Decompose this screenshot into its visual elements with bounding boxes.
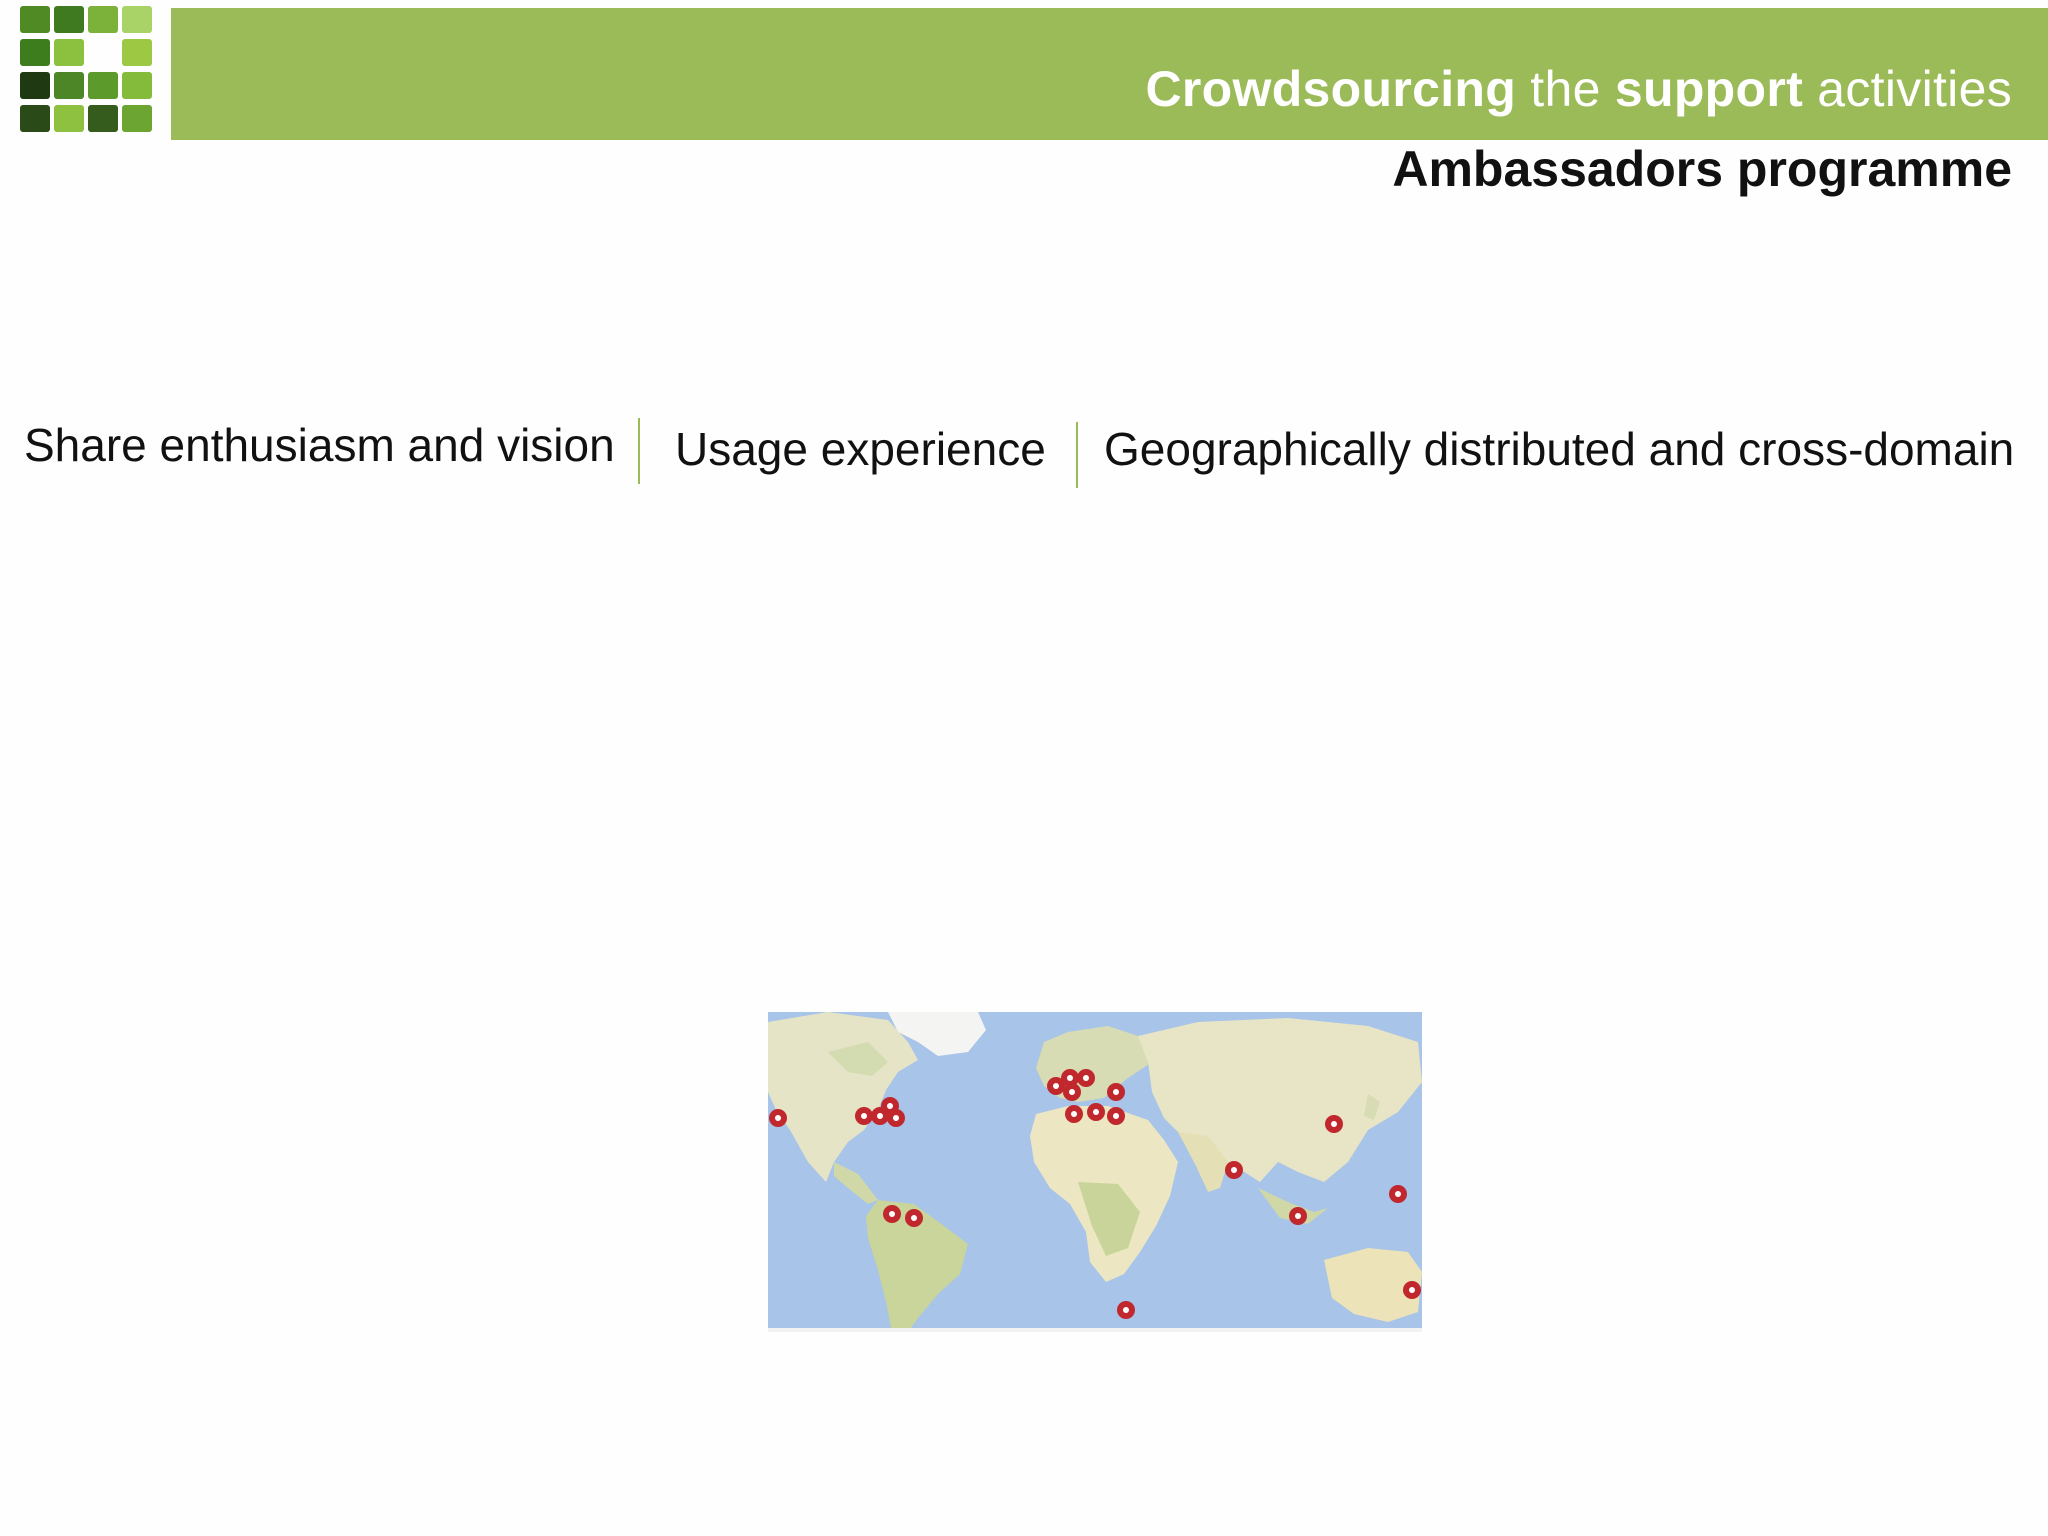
pillars-row: Share enthusiasm and vision Usage experi… [24, 418, 2044, 490]
pillar-geographically-distributed: Geographically distributed and cross-dom… [1104, 423, 2015, 475]
logo-tile [122, 39, 152, 66]
slide-subtitle: Ambassadors programme [1392, 141, 2012, 197]
slide-title: Crowdsourcing the support activities [1146, 60, 2012, 118]
logo-tile [54, 105, 84, 132]
map-pin [905, 1209, 923, 1227]
map-pin [1107, 1083, 1125, 1101]
pillar-usage-experience: Usage experience [675, 423, 1046, 475]
logo-tile [88, 39, 118, 66]
map-pin [1325, 1115, 1343, 1133]
logo-tile [20, 6, 50, 33]
slide: Crowdsourcing the support activities Amb… [0, 0, 2048, 1536]
map-pin [1389, 1185, 1407, 1203]
pillar-divider [1076, 422, 1078, 488]
map-pin [883, 1205, 901, 1223]
map-pin [1117, 1301, 1135, 1319]
map-pin [1289, 1207, 1307, 1225]
logo-tile [122, 72, 152, 99]
logo-tile [88, 72, 118, 99]
map-pin [1077, 1069, 1095, 1087]
pillar-share-enthusiasm: Share enthusiasm and vision [24, 419, 615, 471]
world-map [768, 1012, 1422, 1332]
map-pin [1087, 1103, 1105, 1121]
logo-tile [122, 6, 152, 33]
logo-tile [122, 105, 152, 132]
antarctica [768, 1328, 1422, 1332]
world-map-svg [768, 1012, 1422, 1332]
logo-tile [20, 39, 50, 66]
logo [20, 6, 166, 140]
title-word: the [1516, 61, 1615, 117]
map-pin [1225, 1161, 1243, 1179]
logo-tile [20, 72, 50, 99]
title-word: activities [1803, 61, 2012, 117]
logo-tile [54, 72, 84, 99]
logo-tile [88, 6, 118, 33]
logo-tile [88, 105, 118, 132]
logo-tile [54, 39, 84, 66]
logo-tile [20, 105, 50, 132]
map-pin [855, 1107, 873, 1125]
map-pin [1107, 1107, 1125, 1125]
logo-tile [54, 6, 84, 33]
map-pin [769, 1109, 787, 1127]
map-pin [887, 1109, 905, 1127]
map-pin [1063, 1083, 1081, 1101]
title-word: Crowdsourcing [1145, 61, 1517, 117]
title-word: support [1614, 61, 1804, 117]
map-pin [1403, 1281, 1421, 1299]
map-pin [1065, 1105, 1083, 1123]
pillar-divider [638, 418, 640, 484]
